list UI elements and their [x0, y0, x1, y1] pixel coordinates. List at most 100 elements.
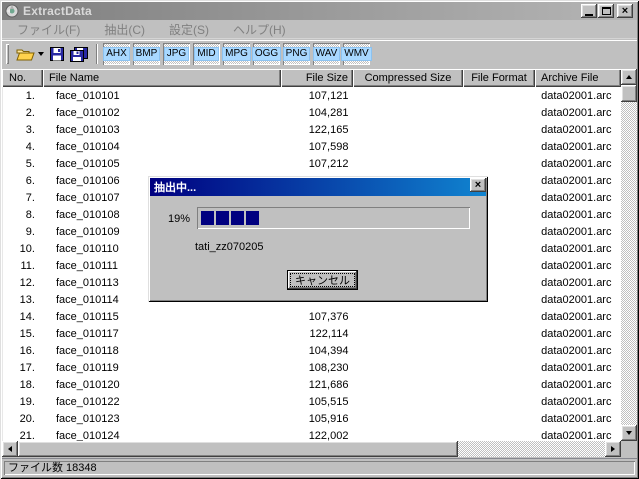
- table-row[interactable]: 3. face_010103 122,165 data02001.arc: [3, 121, 621, 138]
- format-toggle-mid[interactable]: MID: [193, 43, 220, 65]
- table-row[interactable]: 16. face_010118 104,394 data02001.arc: [3, 342, 621, 359]
- title-bar[interactable]: ExtractData ×: [2, 2, 637, 20]
- table-row[interactable]: 2. face_010102 104,281 data02001.arc: [3, 104, 621, 121]
- table-cell: 18.: [19, 378, 35, 391]
- format-toggle-label: MID: [194, 47, 219, 61]
- progress-segment: [201, 211, 214, 225]
- table-cell: 14.: [19, 310, 35, 323]
- table-cell: 107,598: [308, 140, 349, 153]
- table-cell: 3.: [25, 123, 35, 136]
- format-toggle-jpg[interactable]: JPG: [163, 43, 190, 65]
- save-all-button[interactable]: [67, 43, 91, 65]
- table-row[interactable]: 20. face_010123 105,916 data02001.arc: [3, 410, 621, 427]
- table-cell: data02001.arc: [541, 174, 612, 187]
- table-cell: 108,230: [308, 361, 349, 374]
- table-cell: 105,916: [308, 412, 349, 425]
- format-toggle-group: AHX BMP JPG MID MPG OGG PNG WAV WMV: [103, 43, 373, 65]
- table-cell: 2.: [25, 106, 35, 119]
- format-toggle-label: BMP: [132, 47, 161, 61]
- minimize-button[interactable]: [581, 4, 597, 18]
- maximize-icon: [601, 7, 611, 15]
- table-cell: data02001.arc: [541, 225, 612, 238]
- progress-segment: [231, 211, 244, 225]
- vertical-scroll-track[interactable]: [621, 85, 637, 425]
- scroll-right-button[interactable]: [605, 441, 621, 457]
- column-header-4[interactable]: File Format: [463, 69, 535, 87]
- dialog-close-button[interactable]: ×: [470, 178, 486, 192]
- table-row[interactable]: 5. face_010105 107,212 data02001.arc: [3, 155, 621, 172]
- table-cell: 11.: [20, 259, 35, 272]
- table-cell: 4.: [25, 140, 35, 153]
- format-toggle-bmp[interactable]: BMP: [132, 43, 161, 65]
- horizontal-scroll-track[interactable]: [458, 441, 605, 457]
- horizontal-scroll-thumb[interactable]: [18, 441, 458, 457]
- vertical-scrollbar[interactable]: [621, 69, 637, 441]
- cancel-button[interactable]: キャンセル: [287, 270, 358, 290]
- arrow-down-icon: [626, 431, 632, 435]
- column-header-5[interactable]: Archive File: [535, 69, 621, 87]
- arrow-up-icon: [626, 75, 632, 79]
- table-row[interactable]: 15. face_010117 122,114 data02001.arc: [3, 325, 621, 342]
- table-row[interactable]: 17. face_010119 108,230 data02001.arc: [3, 359, 621, 376]
- format-toggle-wav[interactable]: WAV: [312, 43, 341, 65]
- column-header-0[interactable]: No.: [2, 69, 43, 87]
- table-row[interactable]: 21. face_010124 122,002 data02001.arc: [3, 427, 621, 442]
- table-cell: 105,515: [308, 395, 349, 408]
- table-cell: face_010118: [55, 344, 119, 357]
- table-cell: 19.: [19, 395, 35, 408]
- column-header-2[interactable]: File Size: [281, 69, 353, 87]
- open-folder-icon: [16, 49, 35, 61]
- format-toggle-ahx[interactable]: AHX: [103, 43, 130, 65]
- table-cell: 122,165: [308, 123, 349, 136]
- menu-item-3[interactable]: 設定(S): [162, 19, 216, 40]
- menu-item-4[interactable]: ヘルプ(H): [226, 19, 293, 40]
- window-title: ExtractData: [23, 4, 92, 18]
- menu-item-2[interactable]: 抽出(C): [97, 19, 152, 40]
- table-cell: 16.: [19, 344, 35, 357]
- column-header-3[interactable]: Compressed Size: [353, 69, 463, 87]
- table-cell: face_010117: [55, 327, 119, 340]
- dialog-title-bar[interactable]: 抽出中...: [150, 178, 486, 196]
- save-button[interactable]: [47, 43, 67, 65]
- table-cell: 107,121: [308, 89, 349, 102]
- column-header-1[interactable]: File Name: [43, 69, 281, 87]
- table-cell: face_010122: [55, 395, 120, 408]
- progress-segment: [246, 211, 259, 225]
- maximize-button[interactable]: [598, 4, 614, 18]
- toolbar-gripper[interactable]: [6, 44, 9, 64]
- table-row[interactable]: 19. face_010122 105,515 data02001.arc: [3, 393, 621, 410]
- format-toggle-ogg[interactable]: OGG: [251, 43, 282, 65]
- progress-bar: [197, 207, 470, 229]
- chevron-down-icon: [38, 52, 44, 56]
- format-toggle-png[interactable]: PNG: [282, 43, 311, 65]
- toolbar-separator: [96, 44, 98, 64]
- table-cell: face_010104: [55, 140, 120, 153]
- close-icon: ×: [621, 4, 629, 17]
- horizontal-scrollbar[interactable]: [2, 441, 621, 457]
- table-cell: 13.: [19, 293, 35, 306]
- app-icon: [5, 4, 19, 18]
- menu-item-1[interactable]: ファイル(F): [10, 19, 87, 40]
- table-cell: data02001.arc: [541, 327, 612, 340]
- table-cell: face_010124: [55, 429, 120, 442]
- table-row[interactable]: 1. face_010101 107,121 data02001.arc: [3, 87, 621, 104]
- table-row[interactable]: 14. face_010115 107,376 data02001.arc: [3, 308, 621, 325]
- format-toggle-mpg[interactable]: MPG: [222, 43, 251, 65]
- table-cell: 7.: [25, 191, 35, 204]
- table-cell: data02001.arc: [541, 191, 612, 204]
- format-toggle-label: WAV: [312, 47, 341, 61]
- table-cell: data02001.arc: [541, 395, 612, 408]
- format-toggle-label: JPG: [163, 47, 190, 61]
- table-cell: data02001.arc: [541, 157, 612, 170]
- format-toggle-wmv[interactable]: WMV: [341, 43, 372, 65]
- table-cell: data02001.arc: [541, 106, 612, 119]
- table-cell: 122,114: [309, 327, 349, 340]
- scroll-up-button[interactable]: [621, 69, 637, 85]
- scroll-left-button[interactable]: [2, 441, 18, 457]
- table-row[interactable]: 4. face_010104 107,598 data02001.arc: [3, 138, 621, 155]
- vertical-scroll-thumb[interactable]: [621, 85, 637, 102]
- scroll-down-button[interactable]: [621, 425, 637, 441]
- close-button[interactable]: ×: [617, 4, 633, 18]
- open-archive-button[interactable]: [13, 43, 47, 65]
- table-row[interactable]: 18. face_010120 121,686 data02001.arc: [3, 376, 621, 393]
